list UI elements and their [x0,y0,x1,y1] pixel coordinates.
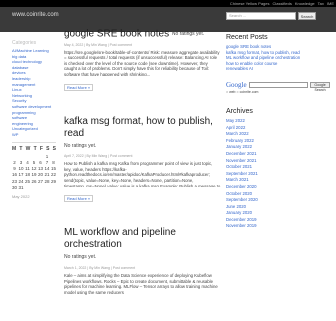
calendar-date: 30 [12,184,18,190]
post: kafka msg format, how to publish, read No… [64,116,221,206]
post-meta: April 7, 2022 | By Min Wang | Post comme… [64,154,133,159]
archive-link[interactable]: September 2020 [226,197,330,204]
top-link[interactable]: Classifieds [273,1,292,6]
post-title[interactable]: google SRE book notes No ratings yet. [64,28,221,41]
read-more-button[interactable]: Read More » [64,83,94,91]
google-search-button[interactable]: Google Search [310,81,330,92]
calendar-date [32,185,37,191]
archive-link[interactable]: November 2019 [226,223,330,230]
archive-link[interactable]: October 2020 [226,191,330,198]
calendar-day-header: F [39,145,43,152]
post-list: google SRE book notes No ratings yet. Ma… [64,28,221,321]
recent-posts-list: google SRE book notes kafka msg format, h… [226,44,330,72]
archive-link[interactable]: January 2020 [226,210,330,217]
archives-list: May 2022 April 2022 March 2022 February 202… [226,118,330,230]
archive-link[interactable]: October 2021 [226,164,330,171]
archive-link[interactable]: December 2019 [226,217,330,224]
calendar-day-header: T [33,145,37,152]
archive-link[interactable]: September 2021 [226,171,330,178]
top-link[interactable]: IME [327,1,334,6]
calendar-week: 30 31 [12,185,56,191]
search-button[interactable]: Search [298,12,316,20]
archive-link[interactable]: June 2020 [226,204,330,211]
post-excerpt: https://sre.google/sre-book/table-of-con… [64,49,220,76]
archive-link[interactable]: January 2022 [226,144,330,151]
post-meta: May 4, 2022 | By Min Wang | Post comment [64,42,133,47]
top-link[interactable]: Chinese Yellow Pages [230,1,270,6]
search-input[interactable]: Search ... [226,12,296,20]
post: google SRE book notes No ratings yet. Ma… [64,28,221,94]
post-excerpt: Kale – aims at simplifying the Data Scie… [64,272,218,295]
rating-text: No ratings yet. [64,254,97,261]
site-title[interactable]: www.coinrite.com [12,12,59,18]
categories-heading: Categories [12,40,37,46]
post-title[interactable]: kafka msg format, how to publish, read No… [64,116,221,153]
search-form: Search ... Search [226,12,330,20]
category-link[interactable]: software development [12,104,56,110]
google-search-input[interactable] [248,81,309,88]
archive-link[interactable]: March 2022 [226,131,330,138]
archive-link[interactable]: February 2022 [226,138,330,145]
archive-link[interactable]: November 2021 [226,158,330,165]
divider [12,141,56,143]
calendar-day-header: S [52,145,56,152]
archive-link[interactable]: May 2022 [226,118,330,125]
calendar-header: MTWTFSS [12,146,56,152]
top-link[interactable]: Knowledge [295,1,315,6]
calendar-day-header: S [46,145,50,152]
categories-list: AI/Machine Learning big data cloud technol… [12,48,56,138]
calendar-day-header: M [12,145,17,152]
calendar-day-header: T [19,145,23,152]
top-bar: Chinese Yellow Pages Classifieds Knowledge… [0,0,336,7]
calendar-date: 31 [18,184,24,190]
calendar-date [25,185,30,191]
recent-posts-heading: Recent Posts [226,34,268,41]
left-sidebar: Categories AI/Machine Learning big data cl… [12,40,56,199]
archive-link[interactable]: April 2022 [226,125,330,132]
top-link[interactable]: Tax [318,1,324,6]
google-logo: Google [226,80,247,89]
post-title[interactable]: ML workflow and pipeline orchestration No… [64,227,221,264]
archives-heading: Archives [226,107,253,115]
calendar-prev-link[interactable]: May 2022 [12,194,56,199]
calendar-date [45,185,50,191]
calendar: 1 2 3 4 5 6 7 8 9 10 11 12 13 14 15 16 17 18 19 20 21 22 23 24 2… [12,154,56,192]
post-meta: March 1, 2022 | By Min Wang | Post comme… [64,265,136,270]
rating-text: No ratings yet. [64,142,97,149]
archive-link[interactable]: March 2021 [226,177,330,184]
google-search-box: Google Google Search [226,80,330,92]
calendar-date [51,185,56,191]
archive-link[interactable]: December 2021 [226,151,330,158]
recent-post-link[interactable]: renewables AI [226,66,330,72]
top-links: Chinese Yellow Pages Classifieds Knowledge… [227,0,334,7]
post: ML workflow and pipeline orchestration No… [64,227,221,299]
calendar-day-header: W [25,145,31,152]
right-sidebar: Search ... Search Recent Posts google SR… [226,12,330,230]
read-more-button[interactable]: Read More » [64,195,94,203]
archive-link[interactable]: December 2020 [226,184,330,191]
post-excerpt: How to Publish a kafka msg Kafka from pr… [64,161,221,188]
calendar-date [38,185,43,191]
rating-text: No ratings yet. [171,31,205,37]
category-link[interactable]: WP [12,132,56,138]
